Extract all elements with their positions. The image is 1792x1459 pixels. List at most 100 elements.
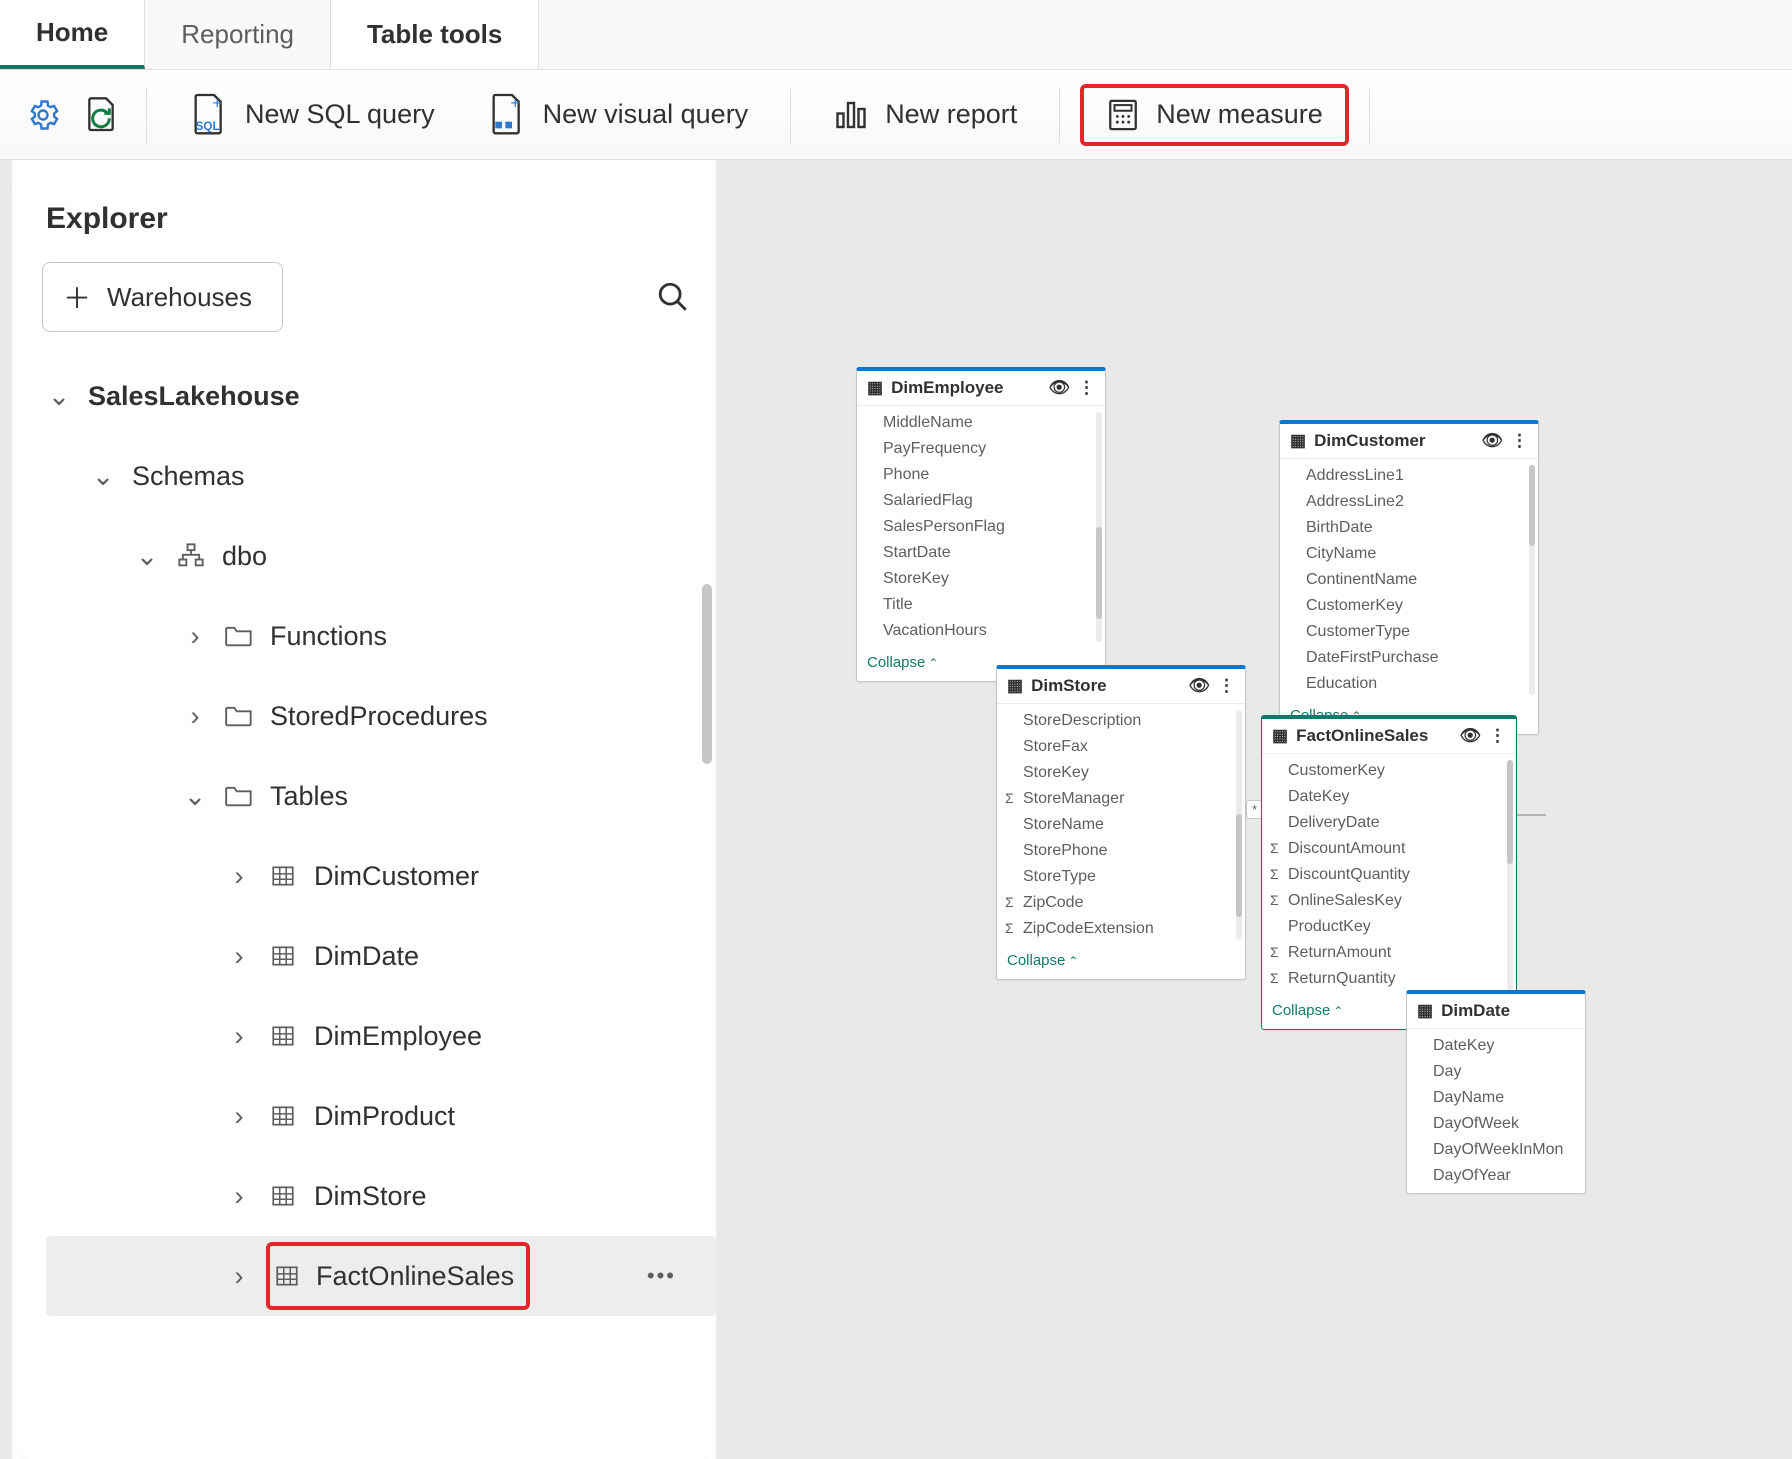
table-label: DimEmployee bbox=[314, 1021, 482, 1052]
entity-menu-icon[interactable]: ⋮ bbox=[1489, 726, 1506, 746]
entity-column[interactable]: DayName bbox=[1407, 1085, 1585, 1111]
add-warehouse-button[interactable]: ＋ Warehouses bbox=[42, 262, 283, 332]
visibility-icon[interactable]: 👁 bbox=[1048, 378, 1070, 398]
tree-node-dbo[interactable]: ⌄ dbo bbox=[46, 516, 716, 596]
chevron-right-icon: › bbox=[226, 861, 252, 892]
tree-node-table-factonlinesales[interactable]: › FactOnlineSales ••• bbox=[46, 1236, 716, 1316]
entity-title: DimCustomer bbox=[1314, 431, 1425, 451]
gear-icon[interactable] bbox=[20, 92, 66, 138]
entity-dimemployee[interactable]: ▦DimEmployee👁⋮ MiddleNamePayFrequencyPho… bbox=[856, 367, 1106, 682]
entity-column[interactable]: SalariedFlag bbox=[857, 488, 1105, 514]
entity-column[interactable]: Phone bbox=[857, 462, 1105, 488]
new-measure-button[interactable]: New measure bbox=[1082, 86, 1347, 144]
tree-node-table-dimcustomer[interactable]: › DimCustomer bbox=[46, 836, 716, 916]
new-visual-query-label: New visual query bbox=[543, 99, 749, 130]
more-options-icon[interactable]: ••• bbox=[647, 1263, 676, 1289]
tree-node-table-dimdate[interactable]: › DimDate bbox=[46, 916, 716, 996]
entity-column[interactable]: StoreDescription bbox=[997, 708, 1245, 734]
tree-node-lakehouse[interactable]: ⌄ SalesLakehouse bbox=[46, 356, 716, 436]
new-visual-query-button[interactable]: + New visual query bbox=[467, 85, 769, 145]
entity-column[interactable]: BirthDate bbox=[1280, 515, 1538, 541]
entity-column[interactable]: CustomerKey bbox=[1262, 758, 1516, 784]
new-report-label: New report bbox=[885, 99, 1017, 130]
tree-node-functions[interactable]: › Functions bbox=[46, 596, 716, 676]
entity-column[interactable]: Title bbox=[857, 592, 1105, 618]
entity-column[interactable]: ZipCode bbox=[997, 890, 1245, 916]
entity-column[interactable]: DeliveryDate bbox=[1262, 810, 1516, 836]
entity-title: DimDate bbox=[1441, 1001, 1510, 1021]
entity-column[interactable]: SalesPersonFlag bbox=[857, 514, 1105, 540]
entity-menu-icon[interactable]: ⋮ bbox=[1078, 378, 1095, 398]
entity-column[interactable]: AddressLine2 bbox=[1280, 489, 1538, 515]
entity-column[interactable]: DateKey bbox=[1262, 784, 1516, 810]
new-measure-label: New measure bbox=[1156, 99, 1323, 130]
entity-column[interactable]: StoreManager bbox=[997, 786, 1245, 812]
entity-table-icon: ▦ bbox=[867, 378, 883, 398]
entity-column[interactable]: StartDate bbox=[857, 540, 1105, 566]
entity-column[interactable]: ZipCodeExtension bbox=[997, 916, 1245, 942]
visibility-icon[interactable]: 👁 bbox=[1481, 431, 1503, 451]
diagram-canvas[interactable]: 1 ⇔ * 1 ⌄ * 1 › * * ▦DimEmployee👁⋮ Middl… bbox=[716, 160, 1792, 1459]
entity-column[interactable]: VacationHours bbox=[857, 618, 1105, 644]
search-icon[interactable] bbox=[656, 280, 690, 314]
entity-column[interactable]: ReturnAmount bbox=[1262, 940, 1516, 966]
entity-column[interactable]: DayOfWeekInMon bbox=[1407, 1137, 1585, 1163]
entity-column[interactable]: DayOfYear bbox=[1407, 1163, 1585, 1189]
explorer-title: Explorer bbox=[16, 192, 716, 262]
entity-dimstore[interactable]: ▦DimStore👁⋮ StoreDescriptionStoreFaxStor… bbox=[996, 665, 1246, 980]
chevron-right-icon: › bbox=[226, 941, 252, 972]
entity-title: DimStore bbox=[1031, 676, 1107, 696]
tree-node-table-dimemployee[interactable]: › DimEmployee bbox=[46, 996, 716, 1076]
entity-menu-icon[interactable]: ⋮ bbox=[1218, 676, 1235, 696]
tree-node-table-dimstore[interactable]: › DimStore bbox=[46, 1156, 716, 1236]
entity-menu-icon[interactable]: ⋮ bbox=[1511, 431, 1528, 451]
entity-column[interactable]: Day bbox=[1407, 1059, 1585, 1085]
visibility-icon[interactable]: 👁 bbox=[1188, 676, 1210, 696]
entity-column[interactable]: ProductKey bbox=[1262, 914, 1516, 940]
tree-node-schemas[interactable]: ⌄ Schemas bbox=[46, 436, 716, 516]
table-label: DimStore bbox=[314, 1181, 427, 1212]
entity-column[interactable]: Education bbox=[1280, 671, 1538, 697]
entity-column[interactable]: CustomerKey bbox=[1280, 593, 1538, 619]
tab-reporting[interactable]: Reporting bbox=[145, 0, 331, 69]
tree-node-tables-folder[interactable]: ⌄ Tables bbox=[46, 756, 716, 836]
svg-text:+: + bbox=[510, 93, 520, 112]
entity-column[interactable]: MiddleName bbox=[857, 410, 1105, 436]
tab-table-tools[interactable]: Table tools bbox=[331, 0, 539, 69]
entity-column[interactable]: StoreKey bbox=[997, 760, 1245, 786]
entity-column[interactable]: DiscountAmount bbox=[1262, 836, 1516, 862]
entity-column[interactable]: StoreFax bbox=[997, 734, 1245, 760]
entity-column[interactable]: OnlineSalesKey bbox=[1262, 888, 1516, 914]
entity-dimcustomer[interactable]: ▦DimCustomer👁⋮ AddressLine1AddressLine2B… bbox=[1279, 420, 1539, 735]
tab-home[interactable]: Home bbox=[0, 0, 145, 69]
entity-column[interactable]: CityName bbox=[1280, 541, 1538, 567]
visibility-icon[interactable]: 👁 bbox=[1459, 726, 1481, 746]
explorer-scrollbar-thumb[interactable] bbox=[702, 584, 712, 764]
entity-column[interactable]: PayFrequency bbox=[857, 436, 1105, 462]
entity-column[interactable]: StoreType bbox=[997, 864, 1245, 890]
chevron-right-icon: › bbox=[182, 701, 208, 732]
entity-column[interactable]: DiscountQuantity bbox=[1262, 862, 1516, 888]
table-icon bbox=[268, 1101, 298, 1131]
entity-column[interactable]: DateFirstPurchase bbox=[1280, 645, 1538, 671]
entity-column[interactable]: DateKey bbox=[1407, 1033, 1585, 1059]
new-sql-query-button[interactable]: SQL+ New SQL query bbox=[169, 85, 455, 145]
entity-column[interactable]: AddressLine1 bbox=[1280, 463, 1538, 489]
tables-folder-label: Tables bbox=[270, 781, 348, 812]
refresh-icon[interactable] bbox=[78, 92, 124, 138]
new-report-button[interactable]: New report bbox=[813, 89, 1037, 141]
entity-column[interactable]: StoreName bbox=[997, 812, 1245, 838]
entity-column[interactable]: StorePhone bbox=[997, 838, 1245, 864]
calculator-icon bbox=[1106, 98, 1140, 132]
entity-column[interactable]: StoreKey bbox=[857, 566, 1105, 592]
collapse-button[interactable]: Collapse⌃ bbox=[997, 946, 1245, 979]
tree-node-storedprocs[interactable]: › StoredProcedures bbox=[46, 676, 716, 756]
tree-node-table-dimproduct[interactable]: › DimProduct bbox=[46, 1076, 716, 1156]
folder-icon bbox=[224, 701, 254, 731]
entity-column[interactable]: CustomerType bbox=[1280, 619, 1538, 645]
entity-dimdate[interactable]: ▦DimDate DateKeyDayDayNameDayOfWeekDayOf… bbox=[1406, 990, 1586, 1194]
entity-column[interactable]: DayOfWeek bbox=[1407, 1111, 1585, 1137]
entity-column[interactable]: ReturnQuantity bbox=[1262, 966, 1516, 992]
entity-factonlinesales[interactable]: ▦FactOnlineSales👁⋮ CustomerKeyDateKeyDel… bbox=[1261, 715, 1517, 1030]
entity-column[interactable]: ContinentName bbox=[1280, 567, 1538, 593]
